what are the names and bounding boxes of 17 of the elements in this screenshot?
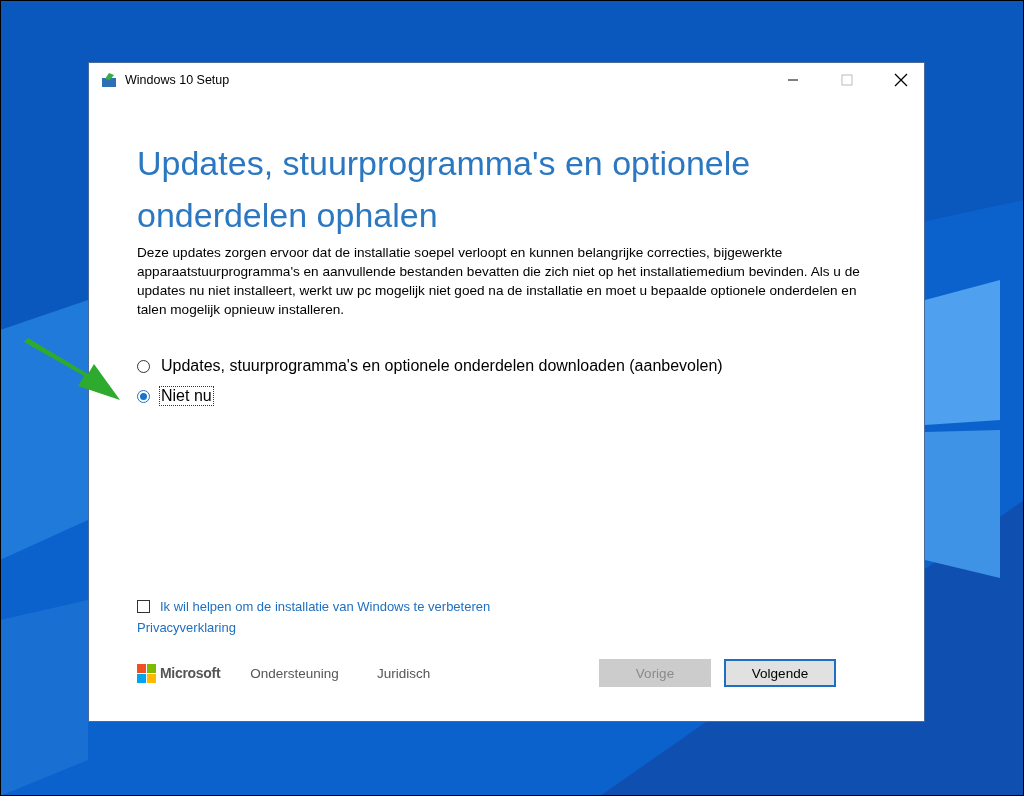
- page-heading: Updates, stuurprogramma's en optionele onderdelen ophalen: [137, 143, 752, 236]
- brand-name: Microsoft: [160, 665, 221, 681]
- option-label[interactable]: Niet nu: [160, 387, 213, 405]
- privacy-link[interactable]: Privacyverklaring: [137, 620, 236, 635]
- next-button[interactable]: Volgende: [724, 659, 836, 687]
- microsoft-logo-icon: [137, 663, 156, 683]
- setup-icon: [101, 72, 117, 88]
- arrow-icon: [22, 338, 122, 402]
- close-icon: [894, 73, 908, 87]
- description-text: Deze updates zorgen ervoor dat de installatie soepel verloopt en kunnen belangrijke correcties, bijgewerkte apparaatstuurprogramma's en aanvullende bestanden bevatten die zich niet op het installatiemedium bevinden. Als u de updates nu niet installeert, werkt uw pc mogelijk niet goed na de installatie en moet u bepaalde optionele onderdelen en talen mogelijk opnieuw installeren.: [137, 244, 861, 319]
- maximize-icon: [841, 74, 853, 86]
- option-label[interactable]: Updates, stuurprogramma's en optionele onderdelen downloaden (aanbevolen): [160, 357, 724, 375]
- checkbox-label[interactable]: Ik wil helpen om de installatie van Windows te verbeteren: [160, 599, 491, 614]
- checkbox[interactable]: [137, 600, 150, 613]
- footer-link[interactable]: Ondersteuning: [250, 665, 339, 681]
- window-title: Windows 10 Setup: [125, 73, 231, 87]
- footer-link[interactable]: Juridisch: [376, 665, 431, 681]
